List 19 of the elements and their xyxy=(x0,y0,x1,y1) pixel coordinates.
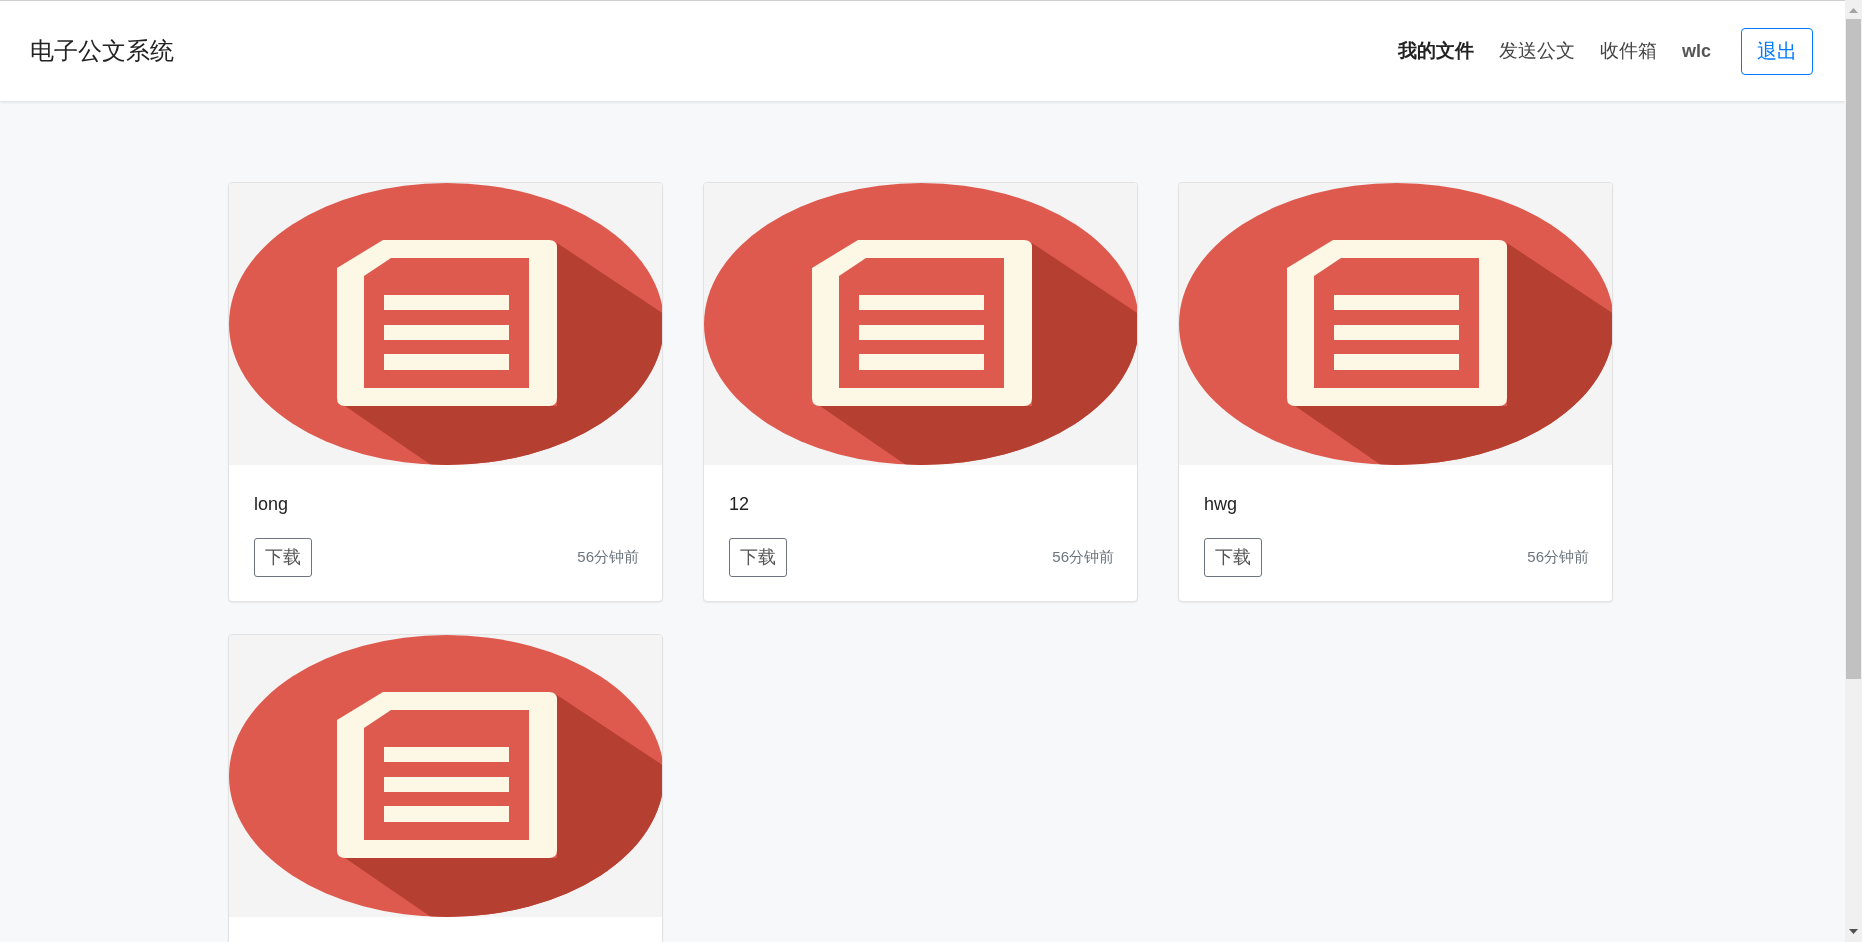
scrollbar[interactable] xyxy=(1845,0,1862,942)
download-button[interactable]: 下载 xyxy=(1204,538,1262,577)
nav-link[interactable]: 发送公文 xyxy=(1499,36,1575,66)
download-button[interactable]: 下载 xyxy=(254,538,312,577)
scroll-down-icon[interactable] xyxy=(1849,929,1858,934)
nav-link[interactable]: 我的文件 xyxy=(1398,36,1474,66)
file-name: hwg xyxy=(1204,493,1239,516)
download-button[interactable]: 下载 xyxy=(729,538,787,577)
nav-link[interactable]: 收件箱 xyxy=(1600,36,1657,66)
file-time: 56分钟前 xyxy=(1052,547,1114,568)
scrollbar-thumb[interactable] xyxy=(1846,19,1861,679)
file-time: 56分钟前 xyxy=(577,547,639,568)
logout-button[interactable]: 退出 xyxy=(1741,27,1813,75)
file-name: 12 xyxy=(729,493,751,516)
app-title[interactable]: 电子公文系统 xyxy=(30,33,174,69)
file-time: 56分钟前 xyxy=(1527,547,1589,568)
username: wlc xyxy=(1682,39,1711,63)
scroll-up-icon[interactable] xyxy=(1849,8,1858,13)
file-name: long xyxy=(254,493,290,516)
